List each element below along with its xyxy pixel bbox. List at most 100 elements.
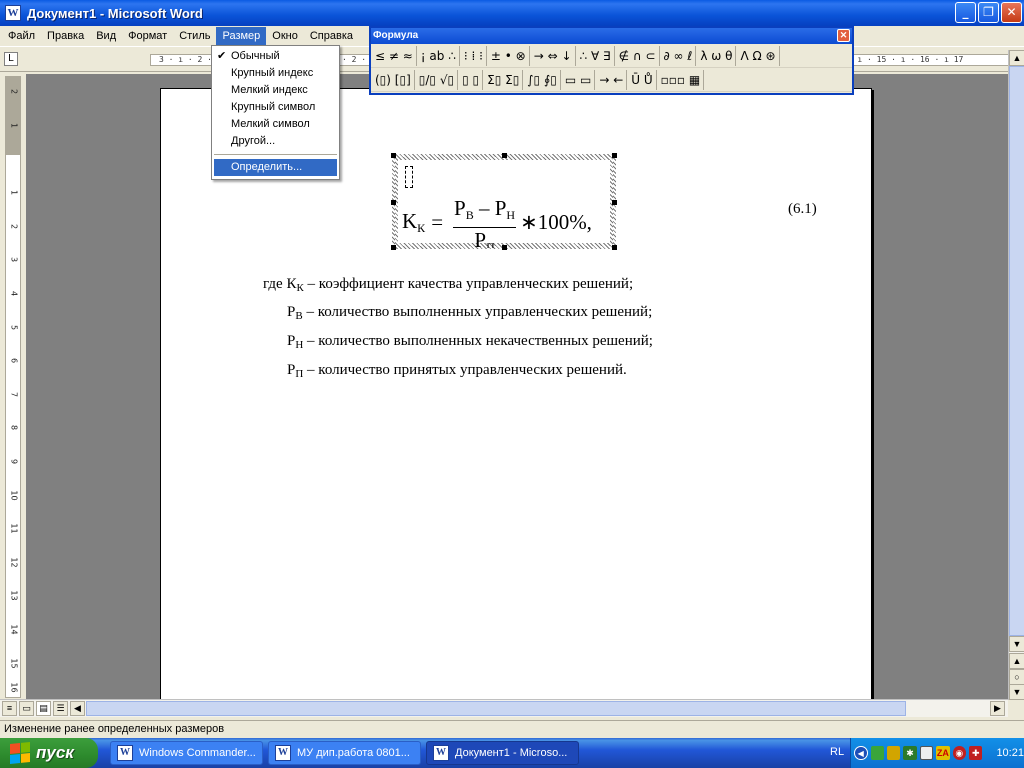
equation-editor[interactable]: KК = PВ – PН PП ∗100%, bbox=[398, 160, 610, 248]
normal-view-button[interactable]: ≡ bbox=[2, 701, 17, 716]
formula-toolbar-titlebar[interactable]: Формула ✕ bbox=[371, 28, 852, 44]
network-icon[interactable] bbox=[870, 746, 884, 760]
ruler-number: 8 bbox=[9, 424, 19, 431]
document-area: KК = PВ – PН PП ∗100%, (6.1) где КК – ко… bbox=[26, 74, 1008, 699]
word-app-icon[interactable]: W bbox=[5, 5, 21, 21]
integral-templates-button[interactable]: ∫▯ ∮▯ bbox=[524, 69, 561, 90]
maximize-button[interactable]: ❐ bbox=[978, 2, 999, 23]
commander-icon: W bbox=[117, 745, 133, 761]
ruler-number: 4 bbox=[9, 290, 19, 297]
ruler-number: 6 bbox=[9, 357, 19, 364]
ruler-number: 10 bbox=[9, 490, 19, 501]
operators-palette-button[interactable]: ± • ⊗ bbox=[488, 45, 530, 66]
close-button[interactable]: ✕ bbox=[1001, 2, 1022, 23]
prev-page-button[interactable]: ▲ bbox=[1009, 653, 1024, 669]
antivirus-icon[interactable]: ◉ bbox=[952, 746, 967, 760]
scroll-down-button[interactable]: ▼ bbox=[1009, 636, 1024, 652]
start-button[interactable]: пуск bbox=[0, 738, 98, 768]
close-icon[interactable]: ✕ bbox=[837, 29, 850, 42]
size-menu-item-small-symbol[interactable]: Мелкий символ bbox=[212, 116, 339, 133]
print-view-button[interactable]: ▤ bbox=[36, 701, 51, 716]
task-mu-document[interactable]: W МУ дип.работа 0801... bbox=[268, 741, 421, 765]
ruler-number: 1 bbox=[9, 189, 19, 196]
eq-fraction: PВ – PН PП bbox=[453, 196, 517, 248]
overbar-templates-button[interactable]: ▭ ▭ bbox=[562, 69, 596, 90]
subscript-templates-button[interactable]: ▯ ▯ bbox=[459, 69, 484, 90]
resize-handle[interactable] bbox=[502, 153, 507, 158]
vertical-scrollbar[interactable]: ▲ ▼ ▲ ○ ▼ bbox=[1008, 50, 1024, 700]
spaces-palette-button[interactable]: ¡ ab ∴ bbox=[418, 45, 460, 66]
definition-line: РП – количество принятых управленческих … bbox=[287, 362, 627, 380]
browse-object-button[interactable]: ○ bbox=[1009, 669, 1024, 685]
labeled-arrow-templates-button[interactable]: → ← bbox=[596, 69, 628, 90]
menu-help[interactable]: Справка bbox=[304, 27, 359, 46]
clock[interactable]: 10:21 bbox=[996, 747, 1024, 759]
embellishments-palette-button[interactable]: ⁝ ⁞ ⁝ bbox=[461, 45, 487, 66]
logic-palette-button[interactable]: ∴ ∀ ∃ bbox=[577, 45, 615, 66]
eq-lhs: KК bbox=[402, 208, 426, 235]
gear-tray-icon[interactable]: ✱ bbox=[903, 746, 917, 760]
menu-format[interactable]: Формат bbox=[122, 27, 173, 46]
task-windows-commander[interactable]: W Windows Commander... bbox=[110, 741, 263, 765]
fence-templates-button[interactable]: (▯) [▯] bbox=[372, 69, 415, 90]
shield-icon[interactable]: ✚ bbox=[969, 746, 983, 760]
size-menu-item-normal[interactable]: ✔ Обычный bbox=[212, 48, 339, 65]
scroll-up-button[interactable]: ▲ bbox=[1009, 50, 1024, 66]
resize-handle[interactable] bbox=[391, 245, 396, 250]
menu-size[interactable]: Размер bbox=[216, 26, 267, 46]
windows-flag-icon bbox=[10, 741, 30, 765]
menu-view[interactable]: Вид bbox=[90, 27, 122, 46]
expand-tray-icon[interactable]: ◀ bbox=[854, 746, 868, 760]
set-theory-palette-button[interactable]: ∉ ∩ ⊂ bbox=[616, 45, 660, 66]
scroll-right-button[interactable]: ▶ bbox=[990, 701, 1005, 716]
horizontal-scrollbar[interactable]: ≡ ▭ ▤ ☰ ◀ ▶ bbox=[0, 699, 1008, 717]
menu-file[interactable]: Файл bbox=[2, 27, 41, 46]
resize-handle[interactable] bbox=[391, 200, 396, 205]
menu-separator bbox=[214, 154, 337, 155]
menu-style[interactable]: Стиль bbox=[173, 27, 216, 46]
title-bar: W Документ1 - Microsoft Word _ ❐ ✕ bbox=[0, 0, 1024, 26]
display-icon[interactable] bbox=[886, 746, 901, 760]
menu-window[interactable]: Окно bbox=[266, 27, 304, 46]
size-menu-item-other[interactable]: Другой... bbox=[212, 133, 339, 150]
vertical-ruler[interactable]: 2 1 1 2 3 4 5 6 7 8 9 10 11 12 13 14 15 … bbox=[5, 76, 21, 698]
web-view-button[interactable]: ▭ bbox=[19, 701, 34, 716]
scroll-thumb[interactable] bbox=[1009, 66, 1024, 636]
scroll-left-button[interactable]: ◀ bbox=[70, 701, 85, 716]
resize-handle[interactable] bbox=[612, 245, 617, 250]
task-label: Документ1 - Microso... bbox=[455, 747, 568, 759]
tab-stop-selector[interactable]: L bbox=[4, 52, 18, 66]
ruler-number: 12 bbox=[9, 557, 19, 568]
size-menu-item-small-index[interactable]: Мелкий индекс bbox=[212, 82, 339, 99]
misc-symbols-palette-button[interactable]: ∂ ∞ ℓ bbox=[661, 45, 697, 66]
resize-handle[interactable] bbox=[502, 245, 507, 250]
resize-handle[interactable] bbox=[612, 200, 617, 205]
zonealarm-icon[interactable]: ZA bbox=[936, 746, 950, 760]
equation-object[interactable]: KК = PВ – PН PП ∗100%, bbox=[391, 153, 617, 250]
ruler-number: 15 bbox=[9, 658, 19, 669]
product-templates-button[interactable]: Ū Ů bbox=[628, 69, 657, 90]
arrows-palette-button[interactable]: → ⇔ ↓ bbox=[531, 45, 576, 66]
relations-palette-button[interactable]: ≤ ≠ ≈ bbox=[372, 45, 417, 66]
h-scroll-thumb[interactable] bbox=[86, 701, 906, 716]
language-indicator[interactable]: RL bbox=[830, 746, 844, 758]
task-document1[interactable]: W Документ1 - Microso... bbox=[426, 741, 579, 765]
summation-templates-button[interactable]: Σ▯ Σ▯ bbox=[484, 69, 524, 90]
resize-handle[interactable] bbox=[612, 153, 617, 158]
outline-view-button[interactable]: ☰ bbox=[53, 701, 68, 716]
checkmark-icon: ✔ bbox=[217, 50, 227, 62]
minimize-button[interactable]: _ bbox=[955, 2, 976, 23]
fraction-radical-templates-button[interactable]: ▯/▯ √▯ bbox=[416, 69, 459, 90]
checker-icon[interactable] bbox=[919, 746, 934, 760]
formula-symbols-row: ≤ ≠ ≈ ¡ ab ∴ ⁝ ⁞ ⁝ ± • ⊗ → ⇔ ↓ ∴ ∀ ∃ ∉ ∩… bbox=[371, 44, 852, 68]
matrix-templates-button[interactable]: ▫▫▫ ▦ bbox=[658, 69, 705, 90]
size-menu-item-define[interactable]: Определить... bbox=[214, 159, 337, 176]
empty-slot-placeholder[interactable] bbox=[405, 166, 413, 188]
size-menu-item-large-index[interactable]: Крупный индекс bbox=[212, 65, 339, 82]
menu-edit[interactable]: Правка bbox=[41, 27, 90, 46]
size-menu-item-large-symbol[interactable]: Крупный символ bbox=[212, 99, 339, 116]
resize-handle[interactable] bbox=[391, 153, 396, 158]
next-page-button[interactable]: ▼ bbox=[1009, 684, 1024, 700]
greek-lowercase-palette-button[interactable]: λ ω θ bbox=[697, 45, 737, 66]
greek-uppercase-palette-button[interactable]: Λ Ω ⊛ bbox=[737, 45, 780, 66]
